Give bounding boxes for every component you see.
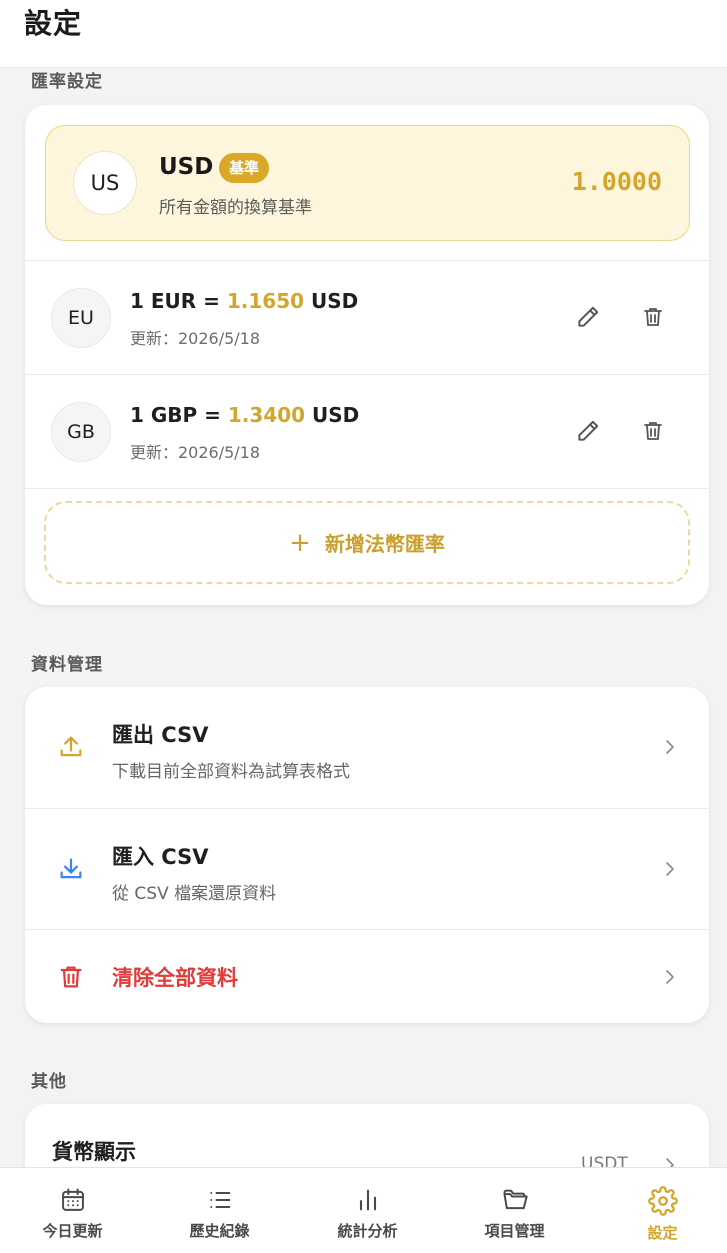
import-csv-sub: 從 CSV 檔案還原資料 bbox=[112, 884, 277, 904]
pencil-icon bbox=[578, 420, 599, 441]
nav-item-today[interactable]: 今日更新 bbox=[0, 1168, 145, 1253]
currency-display-title: 貨幣顯示 bbox=[52, 1140, 136, 1164]
plus-icon: + bbox=[289, 527, 311, 558]
section-title-rates: 匯率設定 bbox=[31, 72, 103, 92]
avatar-gb: GB bbox=[51, 402, 111, 462]
rate-value: 1.1650 bbox=[226, 289, 305, 313]
calendar-icon bbox=[61, 1188, 84, 1211]
trash-icon bbox=[644, 308, 662, 326]
chevron-right-icon bbox=[666, 740, 674, 754]
nav-label: 今日更新 bbox=[42, 1222, 103, 1240]
bottom-nav: 今日更新 歷史紀錄 統計分析 項目管理 設定 bbox=[0, 1167, 727, 1253]
base-currency-code: USD bbox=[159, 154, 214, 180]
nav-label: 歷史紀錄 bbox=[189, 1222, 250, 1240]
base-currency-box: US USD 基準 所有金額的換算基準 1.0000 bbox=[45, 125, 690, 241]
import-csv-row[interactable]: 匯入 CSV 從 CSV 檔案還原資料 bbox=[25, 808, 709, 929]
rate-prefix: 1 EUR = bbox=[130, 289, 227, 313]
rate-value: 1.3400 bbox=[227, 403, 306, 427]
rate-suffix: USD bbox=[305, 403, 360, 427]
avatar-usd: US bbox=[73, 151, 137, 215]
clear-data-row[interactable]: 清除全部資料 bbox=[25, 929, 709, 1023]
rate-row-eur: EU 1 EUR = 1.1650 USD 更新：2026/5/18 bbox=[25, 260, 709, 374]
rate-updated: 更新：2026/5/18 bbox=[130, 443, 261, 462]
download-icon bbox=[55, 853, 87, 885]
folder-icon bbox=[503, 1189, 528, 1210]
trash-icon bbox=[55, 961, 87, 993]
bar-chart-icon bbox=[359, 1189, 376, 1211]
data-card: 匯出 CSV 下載目前全部資料為試算表格式 匯入 CSV 從 CSV 檔案還原資… bbox=[25, 687, 709, 1023]
import-csv-title: 匯入 CSV bbox=[112, 845, 209, 869]
list-icon bbox=[209, 1192, 230, 1208]
export-csv-sub: 下載目前全部資料為試算表格式 bbox=[112, 762, 350, 782]
delete-rate-button[interactable] bbox=[635, 413, 671, 449]
nav-label: 設定 bbox=[647, 1224, 678, 1242]
nav-item-projects[interactable]: 項目管理 bbox=[442, 1168, 587, 1253]
export-csv-title: 匯出 CSV bbox=[112, 723, 209, 747]
base-badge: 基準 bbox=[219, 153, 270, 183]
export-csv-row[interactable]: 匯出 CSV 下載目前全部資料為試算表格式 bbox=[25, 687, 709, 808]
upload-icon bbox=[55, 731, 87, 763]
delete-rate-button[interactable] bbox=[635, 299, 671, 335]
base-currency-desc: 所有金額的換算基準 bbox=[159, 198, 312, 218]
add-rate-label: 新增法幣匯率 bbox=[324, 532, 445, 556]
section-title-other: 其他 bbox=[31, 1072, 67, 1092]
edit-rate-button[interactable] bbox=[570, 299, 606, 335]
clear-data-title: 清除全部資料 bbox=[112, 966, 238, 990]
edit-rate-button[interactable] bbox=[570, 413, 606, 449]
rate-row-gbp: GB 1 GBP = 1.3400 USD 更新：2026/5/18 bbox=[25, 374, 709, 488]
app-header: 設定 bbox=[0, 0, 727, 68]
base-currency-rate: 1.0000 bbox=[571, 167, 662, 196]
rate-prefix: 1 GBP = bbox=[130, 403, 228, 427]
nav-label: 項目管理 bbox=[484, 1222, 545, 1240]
gear-icon bbox=[647, 1186, 678, 1216]
nav-item-stats[interactable]: 統計分析 bbox=[295, 1168, 440, 1253]
nav-label: 統計分析 bbox=[337, 1222, 398, 1240]
nav-item-settings[interactable]: 設定 bbox=[590, 1168, 727, 1253]
page-title: 設定 bbox=[24, 7, 83, 40]
rate-updated: 更新：2026/5/18 bbox=[130, 329, 261, 348]
pencil-icon bbox=[578, 306, 599, 327]
rates-card: US USD 基準 所有金額的換算基準 1.0000 EU 1 EUR = 1.… bbox=[25, 105, 709, 605]
divider bbox=[25, 488, 709, 489]
chevron-right-icon bbox=[666, 862, 674, 876]
rate-line: 1 EUR = 1.1650 USD bbox=[130, 289, 358, 313]
trash-icon bbox=[644, 422, 662, 440]
rate-line: 1 GBP = 1.3400 USD bbox=[130, 403, 359, 427]
chevron-right-icon bbox=[666, 970, 674, 984]
avatar-eu: EU bbox=[51, 288, 111, 348]
add-rate-button[interactable]: + 新增法幣匯率 bbox=[44, 501, 690, 584]
rate-suffix: USD bbox=[304, 289, 359, 313]
section-title-data: 資料管理 bbox=[31, 655, 103, 675]
nav-item-history[interactable]: 歷史紀錄 bbox=[147, 1168, 292, 1253]
